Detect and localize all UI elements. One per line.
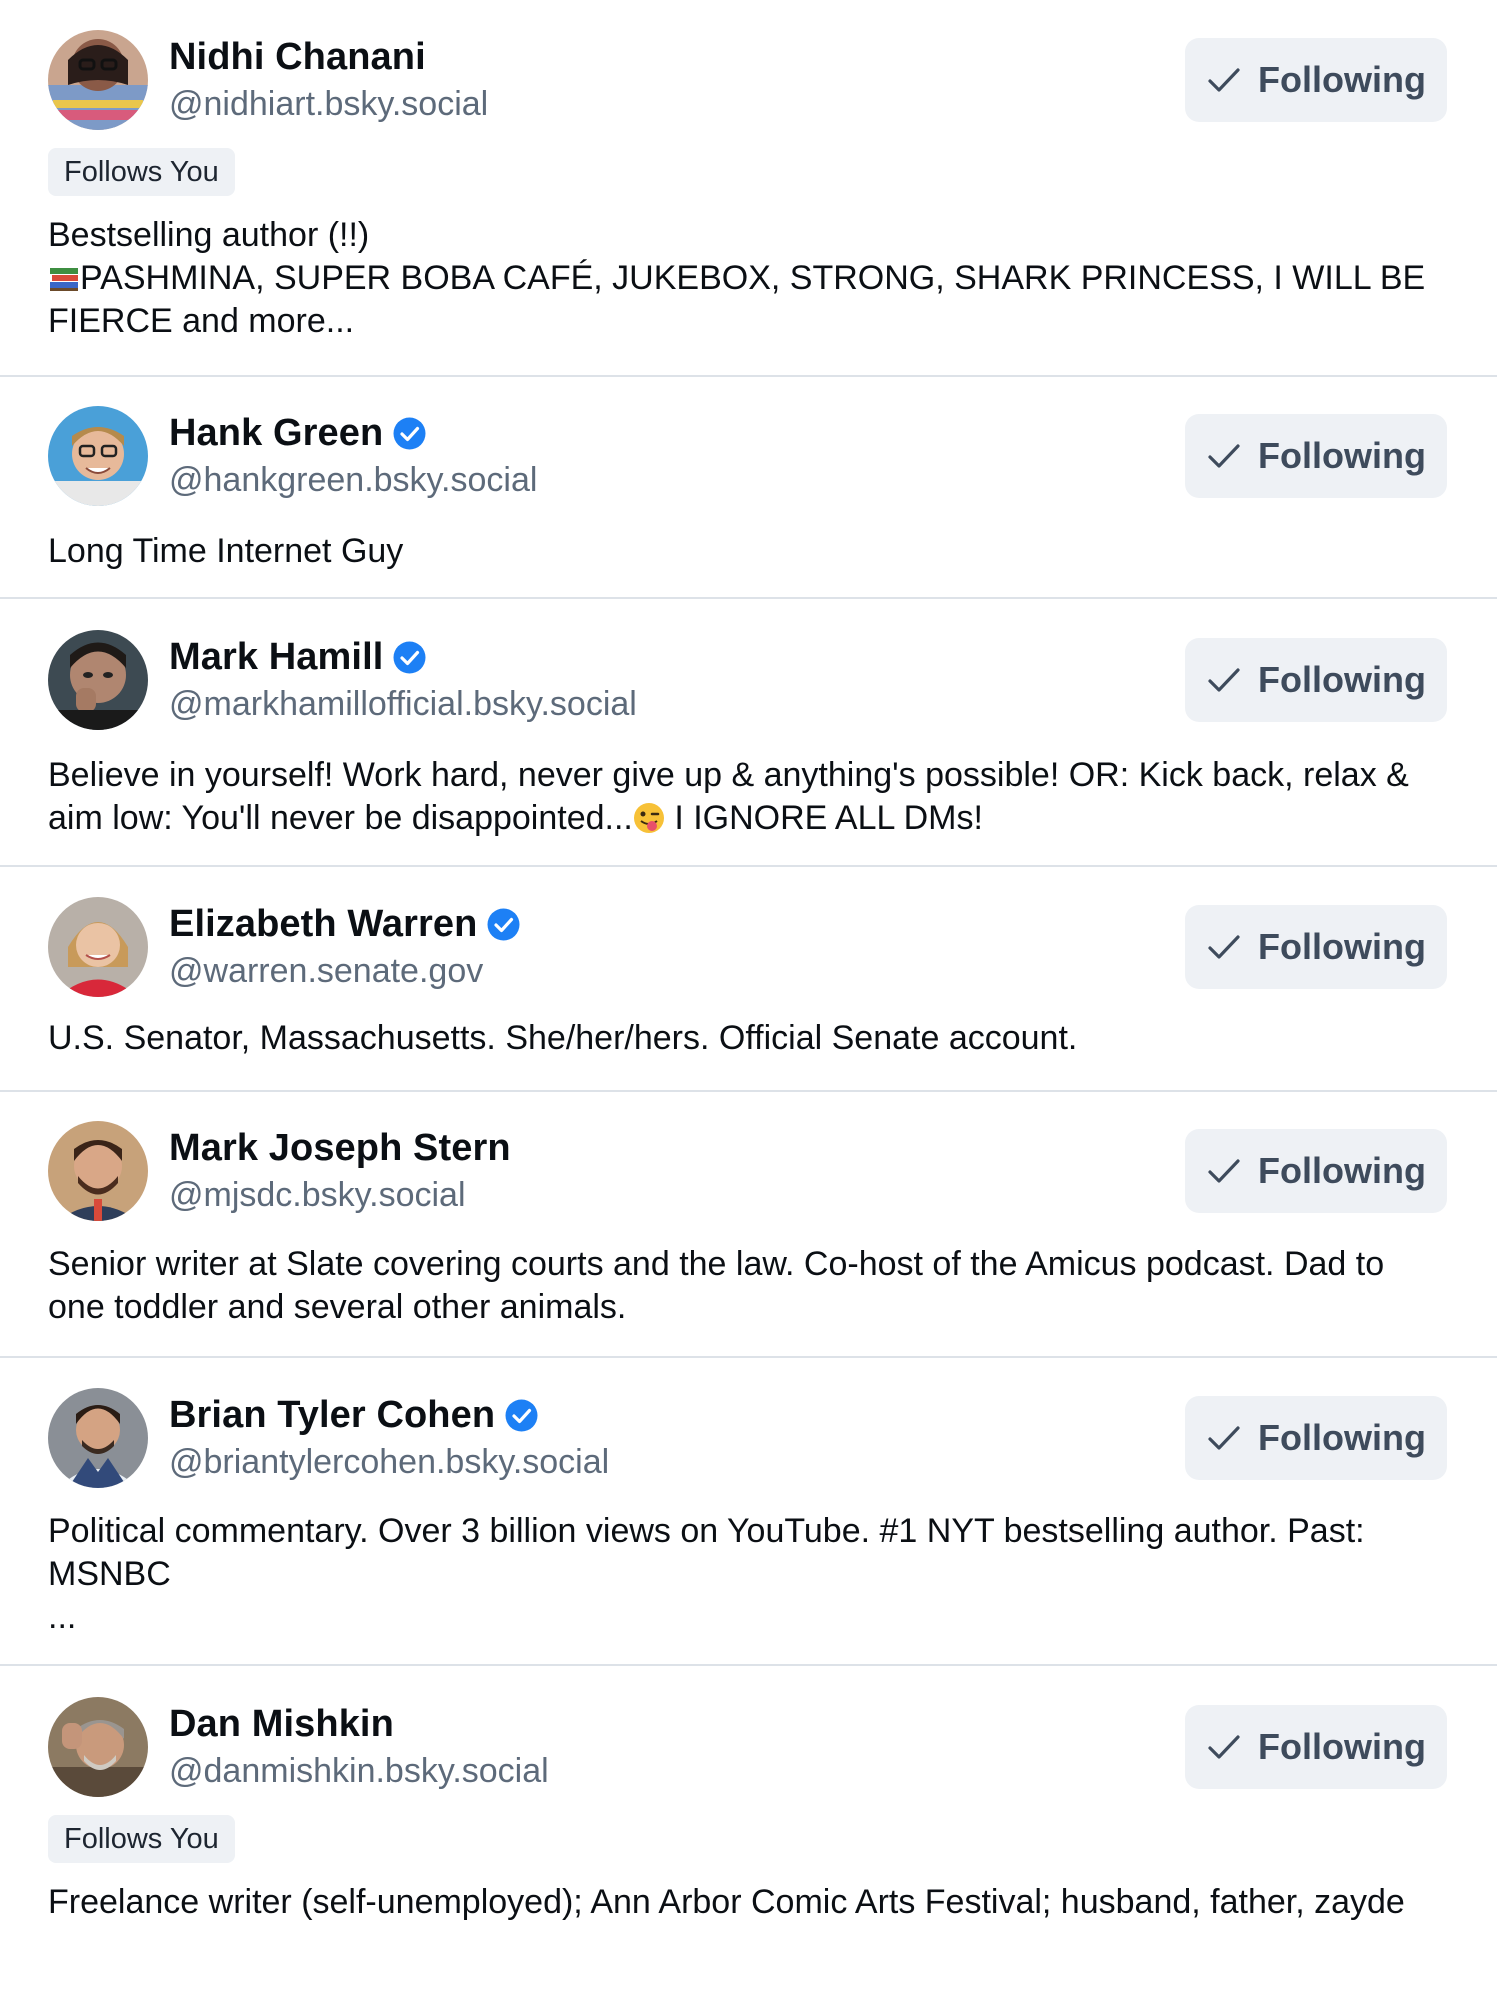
divider <box>0 375 1497 377</box>
check-icon <box>1206 662 1242 698</box>
display-name[interactable]: Nidhi Chanani <box>169 36 426 79</box>
following-button[interactable]: Following <box>1185 38 1447 122</box>
following-button[interactable]: Following <box>1185 1705 1447 1789</box>
divider <box>0 1090 1497 1092</box>
handle: @briantylercohen.bsky.social <box>169 1443 610 1481</box>
display-name[interactable]: Dan Mishkin <box>169 1703 394 1746</box>
following-button-label: Following <box>1258 435 1426 476</box>
bio: Senior writer at Slate covering courts a… <box>48 1245 1394 1326</box>
handle: @danmishkin.bsky.social <box>169 1752 549 1790</box>
display-name[interactable]: Hank Green <box>169 412 383 455</box>
bio-line: PASHMINA, SUPER BOBA CAFÉ, JUKEBOX, STRO… <box>48 259 1435 340</box>
following-button[interactable]: Following <box>1185 414 1447 498</box>
display-name[interactable]: Brian Tyler Cohen <box>169 1394 495 1437</box>
list-item[interactable]: Hank Green @hankgreen.bsky.social Follow… <box>0 406 1497 573</box>
following-button[interactable]: Following <box>1185 638 1447 722</box>
avatar[interactable] <box>48 30 148 130</box>
bio: Freelance writer (self-unemployed); Ann … <box>48 1883 1405 1921</box>
following-button-label: Following <box>1258 1726 1426 1767</box>
following-button-label: Following <box>1258 1417 1426 1458</box>
check-icon <box>1206 62 1242 98</box>
verified-badge-icon <box>505 1399 538 1432</box>
avatar[interactable] <box>48 897 148 997</box>
display-name[interactable]: Mark Hamill <box>169 636 383 679</box>
verified-badge-icon <box>487 908 520 941</box>
divider <box>0 865 1497 867</box>
divider <box>0 1664 1497 1666</box>
list-item[interactable]: Mark Joseph Stern @mjsdc.bsky.social Fol… <box>0 1121 1497 1329</box>
handle: @mjsdc.bsky.social <box>169 1176 466 1214</box>
handle: @warren.senate.gov <box>169 952 484 990</box>
books-emoji <box>48 262 80 294</box>
following-button-label: Following <box>1258 1150 1426 1191</box>
divider <box>0 597 1497 599</box>
avatar[interactable] <box>48 1697 148 1797</box>
avatar[interactable] <box>48 1388 148 1488</box>
list-item[interactable]: Mark Hamill @markhamillofficial.bsky.soc… <box>0 630 1497 840</box>
avatar[interactable] <box>48 406 148 506</box>
following-button-label: Following <box>1258 659 1426 700</box>
bio: Bestselling author (!!) PASHMINA, SUPER … <box>48 214 1497 343</box>
check-icon <box>1206 438 1242 474</box>
avatar[interactable] <box>48 1121 148 1221</box>
handle: @hankgreen.bsky.social <box>169 461 538 499</box>
bio: Long Time Internet Guy <box>48 532 404 570</box>
following-button-label: Following <box>1258 926 1426 967</box>
handle: @nidhiart.bsky.social <box>169 85 489 123</box>
verified-badge-icon <box>393 641 426 674</box>
avatar[interactable] <box>48 630 148 730</box>
following-button-label: Following <box>1258 59 1426 100</box>
list-item[interactable]: Dan Mishkin @danmishkin.bsky.social Foll… <box>0 1697 1497 1924</box>
bio-text: I IGNORE ALL DMs! <box>664 799 983 837</box>
display-name[interactable]: Mark Joseph Stern <box>169 1127 511 1170</box>
follows-you-badge: Follows You <box>48 148 235 196</box>
check-icon <box>1206 1153 1242 1189</box>
check-icon <box>1206 1729 1242 1765</box>
bio: Political commentary. Over 3 billion vie… <box>48 1512 1365 1636</box>
list-item[interactable]: Elizabeth Warren @warren.senate.gov Foll… <box>0 897 1497 1060</box>
following-button[interactable]: Following <box>1185 1129 1447 1213</box>
divider <box>0 1356 1497 1358</box>
handle: @markhamillofficial.bsky.social <box>169 685 637 723</box>
list-item[interactable]: Brian Tyler Cohen @briantylercohen.bsky.… <box>0 1388 1497 1639</box>
follows-you-badge: Follows You <box>48 1815 235 1863</box>
bio: Believe in yourself! Work hard, never gi… <box>48 754 1497 840</box>
list-item[interactable]: Nidhi Chanani @nidhiart.bsky.social Foll… <box>0 30 1497 343</box>
check-icon <box>1206 929 1242 965</box>
display-name[interactable]: Elizabeth Warren <box>169 903 477 946</box>
following-button[interactable]: Following <box>1185 905 1447 989</box>
following-button[interactable]: Following <box>1185 1396 1447 1480</box>
bio-line: Bestselling author (!!) <box>48 216 370 254</box>
check-icon <box>1206 1420 1242 1456</box>
verified-badge-icon <box>393 417 426 450</box>
bio: U.S. Senator, Massachusetts. She/her/her… <box>48 1019 1078 1057</box>
winking-tongue-emoji <box>633 802 665 834</box>
